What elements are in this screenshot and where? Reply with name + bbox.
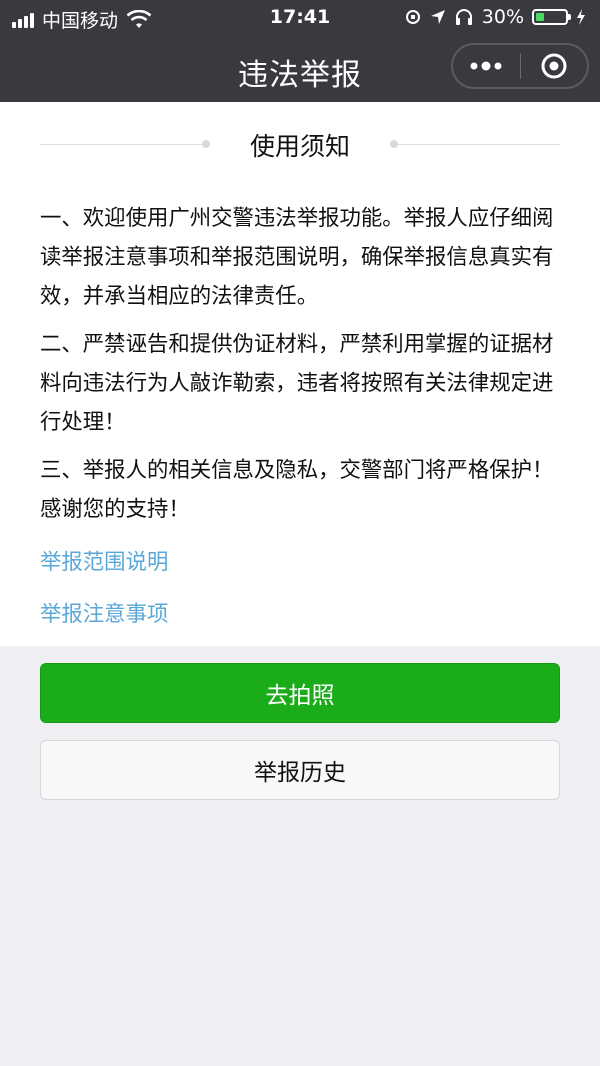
battery-icon xyxy=(532,9,571,25)
navigation-bar: 违法举报 xyxy=(0,36,600,102)
notice-title: 使用须知 xyxy=(249,132,350,161)
status-right: 30% xyxy=(404,6,586,28)
notice-paragraph: 一、欢迎使用广州交警违法举报功能。举报人应仔细阅读举报注意事项和举报范围说明，确… xyxy=(40,206,554,309)
headphones-icon xyxy=(455,9,472,25)
battery-fill xyxy=(536,13,544,21)
notice-paragraph: 二、严禁诬告和提供伪证材料，严禁利用掌握的证据材料向违法行为人敲诈勒索，违者将按… xyxy=(40,332,554,435)
divider-right xyxy=(398,144,560,145)
location-icon xyxy=(430,10,445,24)
notice-panel: 使用须知 一、欢迎使用广州交警违法举报功能。举报人应仔细阅读举报注意事项和举报范… xyxy=(0,102,600,646)
notice-header: 使用须知 xyxy=(40,124,560,164)
more-icon xyxy=(470,61,502,71)
close-button[interactable] xyxy=(521,45,588,87)
orientation-lock-icon xyxy=(405,10,420,24)
notice-paragraph: 三、举报人的相关信息及隐私，交警部门将严格保护！感谢您的支持！ xyxy=(40,458,554,522)
battery-percent: 30% xyxy=(481,6,524,28)
report-notes-link[interactable]: 举报注意事项 xyxy=(40,597,168,628)
divider-dot-right xyxy=(390,140,398,148)
more-button[interactable] xyxy=(453,45,520,87)
report-history-button[interactable]: 举报历史 xyxy=(40,740,560,800)
charging-icon xyxy=(577,9,585,25)
report-scope-link[interactable]: 举报范围说明 xyxy=(40,545,168,576)
close-circle-icon xyxy=(541,53,567,79)
take-photo-button[interactable]: 去拍照 xyxy=(40,663,560,723)
menu-capsule xyxy=(451,43,589,89)
status-bar: 中国移动 17:41 30% xyxy=(0,0,600,36)
